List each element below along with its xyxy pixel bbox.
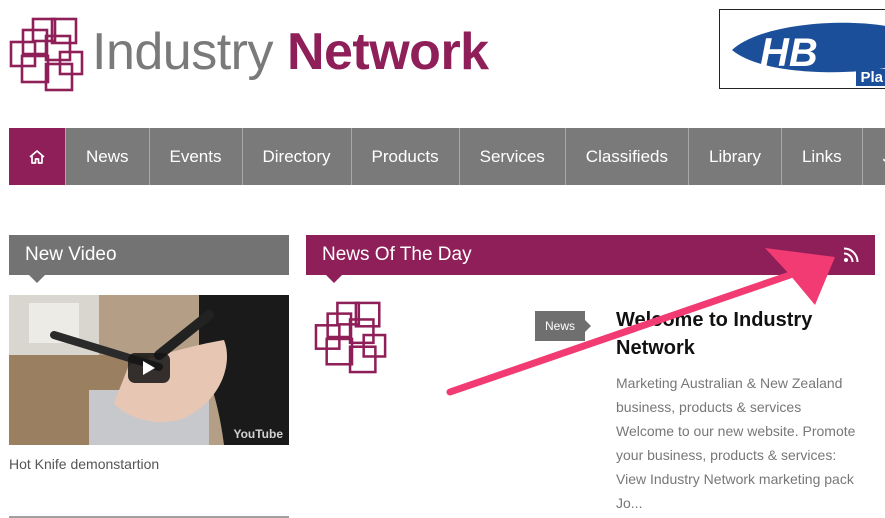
banner-text: Pla [856,69,885,86]
youtube-watermark: YouTube [233,427,283,441]
video-panel-title: New Video [25,244,117,265]
nav-item-links[interactable]: Links [780,128,862,185]
video-thumbnail[interactable]: YouTube [9,295,289,445]
nav-item-events[interactable]: Events [148,128,242,185]
site-logo[interactable]: Industry Network [8,16,489,94]
play-button[interactable] [128,353,170,383]
site-name-part1: Industry [92,23,273,81]
header-pointer [326,275,342,283]
nav-item-services[interactable]: Services [458,128,565,185]
article-excerpt: Marketing Australian & New Zealand busin… [616,375,856,511]
news-panel-title: News Of The Day [322,244,472,265]
video-caption[interactable]: Hot Knife demonstartion [9,456,159,472]
nav-item-directory[interactable]: Directory [241,128,351,185]
home-icon [29,149,45,164]
header-pointer [29,275,45,283]
nav-item-join[interactable]: Join [861,128,885,185]
site-name-part2: Network [286,23,489,81]
nav-item-products[interactable]: Products [350,128,459,185]
ad-banner[interactable]: HB Pla [719,9,885,89]
article-title[interactable]: Welcome to Industry Network [616,306,856,362]
nav-home-button[interactable] [9,128,65,185]
nav-item-classifieds[interactable]: Classifieds [564,128,688,185]
nav-item-library[interactable]: Library [688,128,781,185]
site-name: Industry Network [92,22,489,82]
logo-squares-icon [9,17,84,92]
svg-text:HB: HB [760,31,818,75]
article-thumbnail-logo[interactable] [313,300,391,374]
main-nav: News Events Directory Products Services … [9,128,885,185]
nav-item-news[interactable]: News [65,128,149,185]
rss-icon[interactable] [843,247,859,263]
play-icon [143,361,155,375]
category-tag[interactable]: News [535,311,592,341]
video-panel-header: New Video [9,235,289,283]
news-panel-header: News Of The Day [306,235,875,283]
